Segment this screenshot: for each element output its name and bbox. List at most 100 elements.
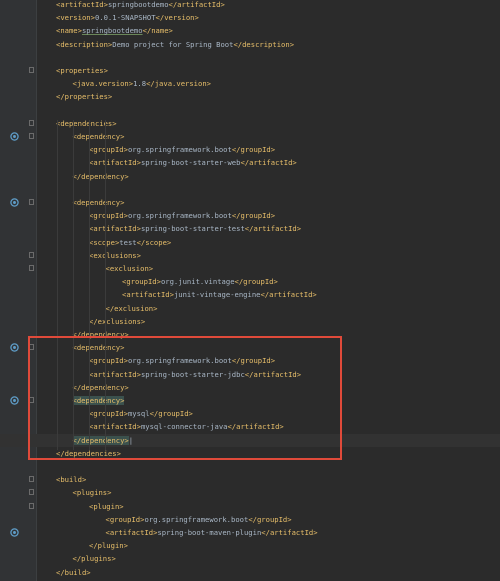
code-line[interactable] <box>0 183 500 196</box>
code-text: <dependency> <box>73 341 125 354</box>
xml-tag: <version> <box>56 13 95 23</box>
fold-marker-icon[interactable] <box>29 344 34 351</box>
code-line[interactable]: <dependency> <box>0 130 500 143</box>
code-text: <description>Demo project for Spring Boo… <box>56 38 294 51</box>
code-line[interactable] <box>0 460 500 473</box>
fold-marker-icon[interactable] <box>29 251 34 258</box>
xml-tag: </artifactId> <box>168 0 225 9</box>
code-line[interactable]: <groupId>org.junit.vintage</groupId> <box>0 275 500 288</box>
code-line[interactable]: <scope>test</scope> <box>0 236 500 249</box>
code-text: <exclusions> <box>89 249 141 262</box>
code-editor[interactable]: <artifactId>springbootdemo</artifactId> <… <box>0 0 500 581</box>
tag-value: springbootdemo <box>81 26 143 36</box>
xml-tag: </groupId> <box>149 409 193 419</box>
fold-marker-icon[interactable] <box>29 265 34 271</box>
fold-marker-icon[interactable] <box>29 489 34 496</box>
code-line[interactable]: <build> <box>0 473 500 486</box>
code-line[interactable]: </plugins> <box>0 552 500 565</box>
xml-tag: </artifactId> <box>260 290 317 300</box>
xml-tag: </version> <box>155 13 199 23</box>
code-line[interactable]: <artifactId>mysql-connector-java</artifa… <box>0 420 500 433</box>
fold-marker-icon[interactable] <box>29 397 34 403</box>
code-line[interactable]: </plugin> <box>0 539 500 552</box>
code-line[interactable]: </exclusions> <box>0 315 500 328</box>
code-line[interactable]: <artifactId>spring-boot-starter-jdbc</ar… <box>0 368 500 381</box>
code-line[interactable]: </dependency> <box>0 170 500 183</box>
indent-guide <box>57 120 58 450</box>
xml-tag: <artifactId> <box>89 422 141 432</box>
code-line[interactable]: <groupId>org.springframework.boot</group… <box>0 209 500 222</box>
fold-marker-icon[interactable] <box>29 67 34 73</box>
code-line[interactable]: </build> <box>0 566 500 579</box>
code-line[interactable]: </properties> <box>0 90 500 103</box>
run-dependency-icon[interactable] <box>10 396 19 405</box>
xml-tag: </exclusion> <box>105 303 158 313</box>
code-line[interactable]: <version>0.0.1-SNAPSHOT</version> <box>0 11 500 24</box>
xml-tag: <dependency> <box>72 343 125 353</box>
code-line[interactable]: <dependencies> <box>0 117 500 130</box>
run-dependency-icon[interactable] <box>10 528 19 537</box>
run-dependency-icon[interactable] <box>10 132 19 141</box>
xml-tag: <artifactId> <box>105 528 158 537</box>
xml-tag: <name> <box>56 26 82 36</box>
code-line[interactable]: <artifactId>spring-boot-maven-plugin</ar… <box>0 526 500 539</box>
xml-tag: </dependency> <box>72 435 129 445</box>
xml-tag: <groupId> <box>89 211 128 221</box>
code-text: <build> <box>56 473 86 486</box>
xml-tag: </plugins> <box>72 554 116 564</box>
code-line[interactable]: <plugin> <box>0 500 500 513</box>
code-line[interactable]: <description>Demo project for Spring Boo… <box>0 38 500 51</box>
code-text: <scope>test</scope> <box>89 236 171 249</box>
code-line[interactable]: <exclusions> <box>0 249 500 262</box>
tag-value: org.junit.vintage <box>160 277 235 287</box>
code-text: <artifactId>junit-vintage-engine</artifa… <box>122 288 317 301</box>
code-line[interactable]: <groupId>org.springframework.boot</group… <box>0 143 500 156</box>
code-line[interactable]: <artifactId>spring-boot-starter-web</art… <box>0 156 500 169</box>
code-text: <artifactId>springbootdemo</artifactId> <box>56 0 225 11</box>
code-line[interactable]: <groupId>mysql</groupId> <box>0 407 500 420</box>
run-dependency-icon[interactable] <box>10 198 19 207</box>
fold-marker-icon[interactable] <box>29 133 34 139</box>
code-line[interactable]: </dependencies> <box>0 447 500 460</box>
xml-tag: </build> <box>56 567 91 577</box>
code-line[interactable]: </exclusion> <box>0 302 500 315</box>
code-line[interactable]: <dependency> <box>0 341 500 354</box>
tag-value: org.springframework.boot <box>127 211 232 221</box>
xml-tag: <properties> <box>56 66 108 75</box>
code-line[interactable] <box>0 104 500 117</box>
code-line[interactable]: <groupId>org.springframework.boot</group… <box>0 354 500 367</box>
code-line[interactable]: <artifactId>springbootdemo</artifactId> <box>0 0 500 11</box>
run-dependency-icon[interactable] <box>10 343 19 352</box>
xml-tag: </exclusions> <box>89 316 146 326</box>
code-line[interactable] <box>0 51 500 64</box>
xml-tag: <groupId> <box>105 514 145 524</box>
tag-value: spring-boot-maven-plugin <box>157 528 262 537</box>
fold-marker-icon[interactable] <box>29 476 34 483</box>
code-line[interactable]: <plugins> <box>0 486 500 499</box>
xml-tag: </groupId> <box>231 211 276 221</box>
code-line[interactable]: <dependency> <box>0 394 500 407</box>
code-line[interactable]: </dependency>| <box>0 433 500 447</box>
xml-tag: <exclusion> <box>105 264 154 273</box>
xml-tag: </groupId> <box>248 514 292 524</box>
xml-tag: </description> <box>233 39 295 49</box>
tag-value: junit-vintage-engine <box>173 290 261 300</box>
code-line[interactable]: <artifactId>junit-vintage-engine</artifa… <box>0 288 500 301</box>
code-text: </dependency> <box>73 328 129 341</box>
code-line[interactable]: <properties> <box>0 64 500 77</box>
xml-tag: <dependency> <box>72 198 125 207</box>
xml-tag: </properties> <box>56 92 113 102</box>
code-line[interactable]: </dependency> <box>0 328 500 341</box>
code-line[interactable]: <artifactId>spring-boot-starter-test</ar… <box>0 222 500 235</box>
indent-guide <box>105 120 106 450</box>
code-text: <groupId>org.junit.vintage</groupId> <box>122 275 278 288</box>
fold-marker-icon[interactable] <box>29 199 34 205</box>
code-line[interactable]: <name>springbootdemo</name> <box>0 24 500 37</box>
code-line[interactable]: </dependency> <box>0 381 500 394</box>
code-line[interactable]: <groupId>org.springframework.boot</group… <box>0 513 500 526</box>
fold-marker-icon[interactable] <box>29 502 34 509</box>
code-line[interactable]: <java.version>1.8</java.version> <box>0 77 500 90</box>
code-line[interactable]: <dependency> <box>0 196 500 209</box>
code-line[interactable]: <exclusion> <box>0 262 500 275</box>
fold-marker-icon[interactable] <box>29 119 34 126</box>
